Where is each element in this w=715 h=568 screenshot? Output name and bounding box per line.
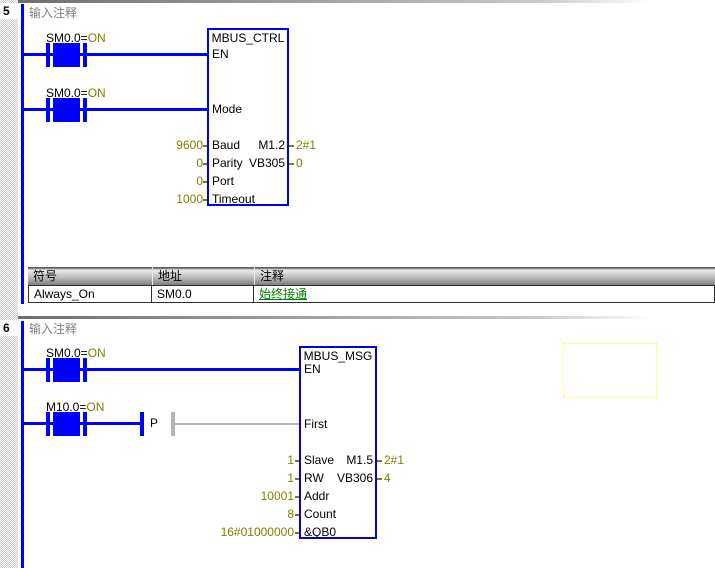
network-comment-5[interactable]: 输入注释 [29, 6, 77, 20]
symbol-table: 符号 地址 注释 Always_On SM0.0 始终接通 [28, 267, 715, 303]
value-addr[interactable]: 10001 [164, 490, 294, 503]
wire-net5-rung2 [24, 108, 207, 111]
out-operand-error[interactable]: VB306 [337, 472, 373, 485]
value-error: 4 [384, 472, 391, 485]
value-parity[interactable]: 0 [103, 157, 203, 170]
wire-net5-rung1 [24, 53, 207, 56]
pin-parity: Parity [212, 157, 243, 170]
pin-tick [203, 145, 207, 147]
value-baud[interactable]: 9600 [103, 139, 203, 152]
pin-first: First [304, 418, 327, 431]
pin-tick [203, 199, 207, 201]
header-comment: 注释 [254, 267, 715, 285]
contact-bar [46, 98, 50, 122]
network-separator [18, 0, 652, 3]
pin-tick [295, 496, 299, 498]
value-error: 0 [296, 157, 303, 170]
pin-en: EN [212, 48, 229, 61]
value-dataptr[interactable]: 16#01000000 [164, 526, 294, 539]
pin-en: EN [304, 363, 321, 376]
pin-mode: Mode [212, 103, 242, 116]
contact-bar [46, 43, 50, 67]
value-count[interactable]: 8 [164, 508, 294, 521]
header-address: 地址 [152, 267, 254, 285]
out-operand-done[interactable]: M1.5 [346, 454, 373, 467]
value-port[interactable]: 0 [103, 175, 203, 188]
pin-addr: Addr [304, 490, 329, 503]
network-number-5[interactable]: 5 [0, 3, 18, 19]
power-rail-network6 [21, 321, 24, 568]
out-operand-error[interactable]: VB305 [249, 157, 285, 170]
contact-energized-fill [53, 43, 80, 67]
edge-contact-bar-left [140, 412, 144, 436]
header-symbol: 符号 [28, 267, 152, 285]
network-comment-6[interactable]: 输入注释 [29, 322, 77, 336]
contact-state: ON [88, 346, 106, 360]
contact-state: ON [86, 400, 104, 414]
pin-tick [203, 181, 207, 183]
pin-tick [377, 460, 382, 462]
pin-tick [295, 478, 299, 480]
contact-bar [83, 412, 87, 436]
contact-bar [83, 98, 87, 122]
pin-dataptr: &QB0 [304, 526, 336, 539]
pin-tick [289, 145, 294, 147]
empty-box-placeholder[interactable] [563, 343, 657, 398]
cell-comment: 始终接通 [254, 285, 715, 303]
contact-energized-fill [53, 358, 80, 382]
cell-address: SM0.0 [152, 285, 254, 303]
value-done: 2#1 [296, 139, 316, 152]
pin-tick [295, 532, 299, 534]
contact-bar [83, 43, 87, 67]
network-margin-strip [0, 0, 18, 568]
contact-bar [46, 412, 50, 436]
contact-bar [46, 358, 50, 382]
pin-port: Port [212, 175, 234, 188]
out-operand-done[interactable]: M1.2 [258, 139, 285, 152]
value-slave[interactable]: 1 [164, 454, 294, 467]
pin-timeout: Timeout [212, 193, 255, 206]
pin-tick [289, 163, 294, 165]
function-block-mbus-msg[interactable]: MBUS_MSG EN First Slave RW Addr Count &Q… [299, 346, 377, 539]
cell-symbol: Always_On [28, 285, 152, 303]
contact-state: ON [88, 31, 106, 45]
edge-contact-label: P [150, 417, 158, 430]
network-number-6[interactable]: 6 [0, 320, 18, 336]
block-title: MBUS_CTRL [209, 32, 287, 45]
contact-energized-fill [53, 98, 80, 122]
contact-energized-fill [53, 412, 80, 436]
pin-rw: RW [304, 472, 324, 485]
power-rail-network5 [21, 4, 24, 304]
value-rw[interactable]: 1 [164, 472, 294, 485]
pin-tick [203, 163, 207, 165]
pin-tick [295, 514, 299, 516]
value-timeout[interactable]: 1000 [103, 193, 203, 206]
pin-baud: Baud [212, 139, 240, 152]
pin-tick [295, 460, 299, 462]
network-separator [18, 316, 652, 319]
symbol-table-header: 符号 地址 注释 [28, 267, 715, 285]
table-row: Always_On SM0.0 始终接通 [28, 285, 715, 303]
pin-count: Count [304, 508, 336, 521]
pin-slave: Slave [304, 454, 334, 467]
contact-bar [83, 358, 87, 382]
pin-tick [377, 478, 382, 480]
contact-state: ON [88, 86, 106, 100]
wire-net6-rung2-inactive [175, 423, 299, 425]
value-done: 2#1 [384, 454, 404, 467]
function-block-mbus-ctrl[interactable]: MBUS_CTRL EN Mode Baud Parity Port Timeo… [207, 28, 289, 206]
ladder-editor-view: 5 输入注释 SM0.0=ON SM0.0=ON MBUS_CTRL EN Mo… [0, 0, 715, 568]
